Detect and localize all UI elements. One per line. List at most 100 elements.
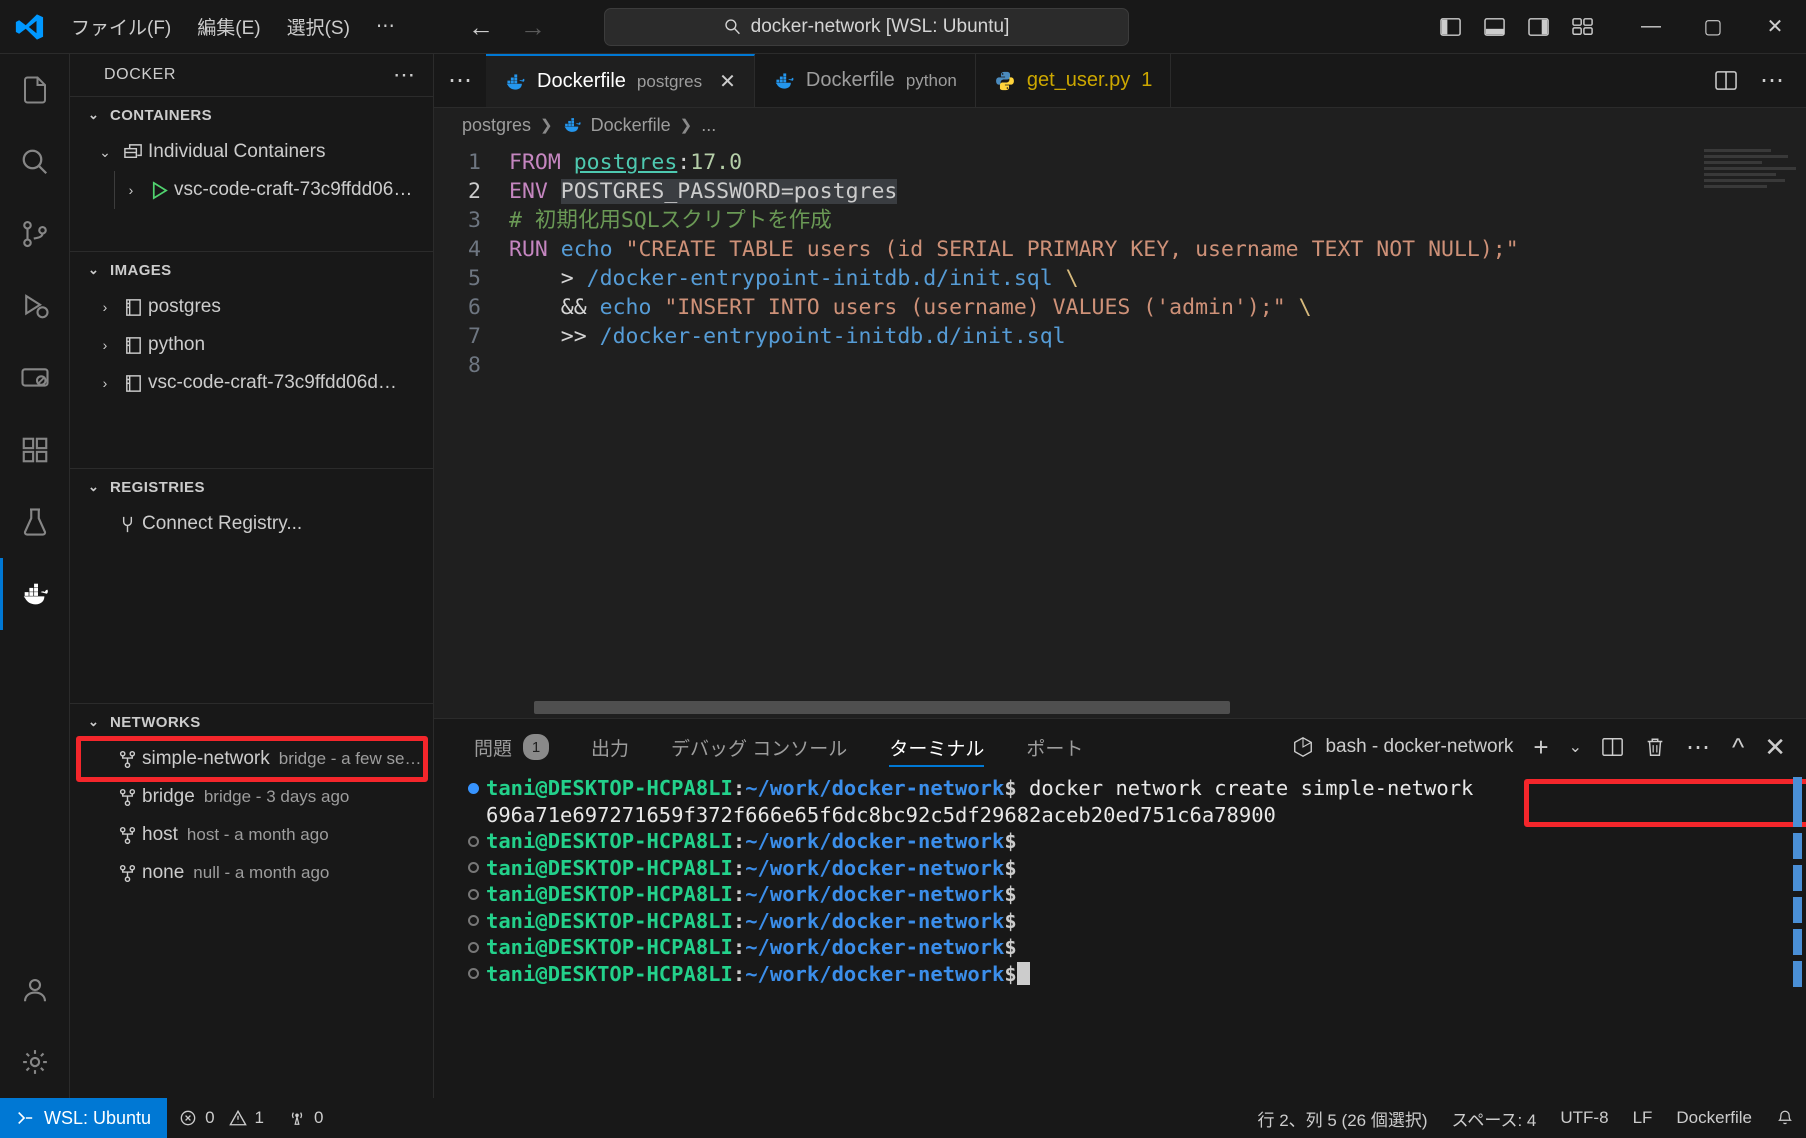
toggle-secondary-sidebar-icon[interactable] bbox=[1528, 17, 1550, 37]
code-editor[interactable]: 1FROM postgres:17.02ENV POSTGRES_PASSWOR… bbox=[434, 142, 1806, 718]
maximize-panel-icon[interactable]: ^ bbox=[1732, 734, 1744, 760]
customize-layout-icon[interactable] bbox=[1572, 17, 1594, 37]
back-arrow-icon[interactable]: ← bbox=[468, 14, 494, 40]
tree-row-image-python[interactable]: › python bbox=[70, 326, 433, 364]
activity-accounts[interactable] bbox=[0, 954, 70, 1026]
tab-dockerfile-python[interactable]: Dockerfile python bbox=[755, 54, 976, 107]
chevron-right-icon[interactable]: › bbox=[92, 299, 118, 315]
tree-row-container-instance[interactable]: › vsc-code-craft-73c9ffdd06… bbox=[70, 171, 433, 209]
code-line[interactable]: 4RUN echo "CREATE TABLE users (id SERIAL… bbox=[434, 235, 1806, 264]
code-line[interactable]: 7 >> /docker-entrypoint-initdb.d/init.sq… bbox=[434, 322, 1806, 351]
editor-actions[interactable]: ⋯ bbox=[1695, 54, 1806, 107]
activity-source-control[interactable] bbox=[0, 198, 70, 270]
code-line[interactable]: 2ENV POSTGRES_PASSWORD=postgres bbox=[434, 177, 1806, 206]
status-ports[interactable]: 0 bbox=[276, 1098, 335, 1138]
tab-dockerfile-postgres[interactable]: Dockerfile postgres ✕ bbox=[486, 54, 755, 107]
code-line[interactable]: 1FROM postgres:17.0 bbox=[434, 148, 1806, 177]
close-icon[interactable]: ✕ bbox=[719, 69, 736, 94]
status-language-mode[interactable]: Dockerfile bbox=[1664, 1108, 1764, 1128]
forward-arrow-icon[interactable]: → bbox=[520, 14, 546, 40]
command-center-search[interactable]: docker-network [WSL: Ubuntu] bbox=[604, 8, 1129, 46]
close-panel-icon[interactable]: ✕ bbox=[1764, 734, 1786, 760]
panel-actions[interactable]: bash - docker-network + ⌄ ⋯ ^ ✕ bbox=[1292, 733, 1786, 762]
terminal-scrollbar[interactable] bbox=[1793, 777, 1802, 993]
minimize-button[interactable]: — bbox=[1620, 0, 1682, 53]
activity-settings[interactable] bbox=[0, 1026, 70, 1098]
terminal-output[interactable]: tani@DESKTOP-HCPA8LI:~/work/docker-netwo… bbox=[434, 775, 1806, 1098]
menu-selection[interactable]: 選択(S) bbox=[274, 8, 363, 45]
menu-bar[interactable]: ファイル(F) 編集(E) 選択(S) ⋯ bbox=[58, 8, 408, 45]
menu-edit[interactable]: 編集(E) bbox=[184, 8, 273, 45]
terminal-dropdown-icon[interactable]: ⌄ bbox=[1569, 737, 1582, 757]
chevron-right-icon[interactable]: › bbox=[92, 375, 118, 391]
maximize-button[interactable]: ▢ bbox=[1682, 0, 1744, 53]
window-controls[interactable]: — ▢ ✕ bbox=[1620, 0, 1806, 53]
code-line[interactable]: 8 bbox=[434, 351, 1806, 380]
breadcrumb[interactable]: postgres ❯ Dockerfile ❯ ... bbox=[434, 108, 1806, 142]
activity-explorer[interactable] bbox=[0, 54, 70, 126]
code-line[interactable]: 5 > /docker-entrypoint-initdb.d/init.sql… bbox=[434, 264, 1806, 293]
section-header-networks[interactable]: ⌄ NETWORKS bbox=[70, 704, 433, 740]
close-window-button[interactable]: ✕ bbox=[1744, 0, 1806, 53]
toggle-primary-sidebar-icon[interactable] bbox=[1440, 17, 1462, 37]
tree-row-individual-containers[interactable]: ⌄ Individual Containers bbox=[70, 133, 433, 171]
docker-icon bbox=[20, 579, 50, 609]
panel-tab-ports[interactable]: ポート bbox=[1026, 719, 1083, 775]
chevron-right-icon[interactable]: › bbox=[92, 337, 118, 353]
section-header-registries[interactable]: ⌄ REGISTRIES bbox=[70, 469, 433, 505]
menu-more[interactable]: ⋯ bbox=[363, 10, 408, 43]
activity-bar[interactable] bbox=[0, 54, 70, 1098]
panel-more-actions[interactable]: ⋯ bbox=[1686, 733, 1712, 762]
activity-docker[interactable] bbox=[0, 558, 70, 630]
code-lines[interactable]: 1FROM postgres:17.02ENV POSTGRES_PASSWOR… bbox=[434, 142, 1806, 380]
status-notifications[interactable] bbox=[1764, 1109, 1806, 1127]
toggle-panel-icon[interactable] bbox=[1484, 17, 1506, 37]
status-indentation[interactable]: スペース: 4 bbox=[1440, 1106, 1549, 1131]
menu-file[interactable]: ファイル(F) bbox=[58, 8, 184, 45]
code-line[interactable]: 6 && echo "INSERT INTO users (username) … bbox=[434, 293, 1806, 322]
status-encoding[interactable]: UTF-8 bbox=[1548, 1108, 1620, 1128]
navigation-arrows[interactable]: ← → bbox=[468, 14, 546, 40]
tabs-overflow-dots[interactable]: ⋯ bbox=[434, 54, 486, 107]
chevron-right-icon[interactable]: › bbox=[118, 182, 144, 198]
code-line[interactable]: 3# 初期化用SQLスクリプトを作成 bbox=[434, 206, 1806, 235]
breadcrumb-folder[interactable]: postgres bbox=[462, 115, 531, 136]
activity-remote-explorer[interactable] bbox=[0, 342, 70, 414]
status-remote-host[interactable]: WSL: Ubuntu bbox=[0, 1098, 167, 1138]
panel-tab-terminal[interactable]: ターミナル bbox=[889, 719, 984, 775]
tree-row-network-simple-network[interactable]: simple-network bridge - a few se… bbox=[70, 740, 433, 778]
sidebar-more-actions[interactable]: ⋯ bbox=[393, 62, 417, 88]
tree-row-image-vsc[interactable]: › vsc-code-craft-73c9ffdd06d… bbox=[70, 364, 433, 402]
status-cursor-position[interactable]: 行 2、列 5 (26 個選択) bbox=[1245, 1106, 1439, 1131]
activity-search[interactable] bbox=[0, 126, 70, 198]
trash-icon[interactable] bbox=[1644, 736, 1666, 758]
panel-tab-debug-console[interactable]: デバッグ コンソール bbox=[671, 719, 847, 775]
status-eol[interactable]: LF bbox=[1621, 1108, 1665, 1128]
code-text: > /docker-entrypoint-initdb.d/init.sql \ bbox=[509, 264, 1079, 293]
tree-row-network-bridge[interactable]: bridge bridge - 3 days ago bbox=[70, 778, 433, 816]
status-problems[interactable]: 0 1 bbox=[167, 1098, 276, 1138]
activity-testing[interactable] bbox=[0, 486, 70, 558]
breadcrumb-file[interactable]: Dockerfile bbox=[591, 115, 671, 136]
section-header-images[interactable]: ⌄ IMAGES bbox=[70, 252, 433, 288]
tree-row-connect-registry[interactable]: Connect Registry... bbox=[70, 505, 433, 543]
terminal-selector[interactable]: bash - docker-network bbox=[1292, 736, 1513, 758]
split-editor-icon[interactable] bbox=[1715, 70, 1738, 91]
tree-row-network-host[interactable]: host host - a month ago bbox=[70, 816, 433, 854]
tab-get-user-py[interactable]: get_user.py 1 bbox=[976, 54, 1172, 107]
editor-more-actions[interactable]: ⋯ bbox=[1760, 66, 1786, 95]
activity-run-debug[interactable] bbox=[0, 270, 70, 342]
editor-horizontal-scrollbar[interactable] bbox=[534, 701, 1656, 714]
activity-extensions[interactable] bbox=[0, 414, 70, 486]
chevron-down-icon[interactable]: ⌄ bbox=[92, 144, 118, 161]
layout-controls[interactable] bbox=[1440, 17, 1620, 37]
tree-row-image-postgres[interactable]: › postgres bbox=[70, 288, 433, 326]
tree-row-network-none[interactable]: none null - a month ago bbox=[70, 854, 433, 892]
panel-tab-problems[interactable]: 問題 1 bbox=[474, 719, 549, 775]
split-terminal-icon[interactable] bbox=[1602, 736, 1624, 758]
breadcrumb-symbol[interactable]: ... bbox=[701, 115, 716, 136]
new-terminal-button[interactable]: + bbox=[1533, 734, 1548, 760]
section-header-containers[interactable]: ⌄ CONTAINERS bbox=[70, 97, 433, 133]
panel-tab-output[interactable]: 出力 bbox=[591, 719, 629, 775]
minimap[interactable] bbox=[1704, 146, 1800, 206]
